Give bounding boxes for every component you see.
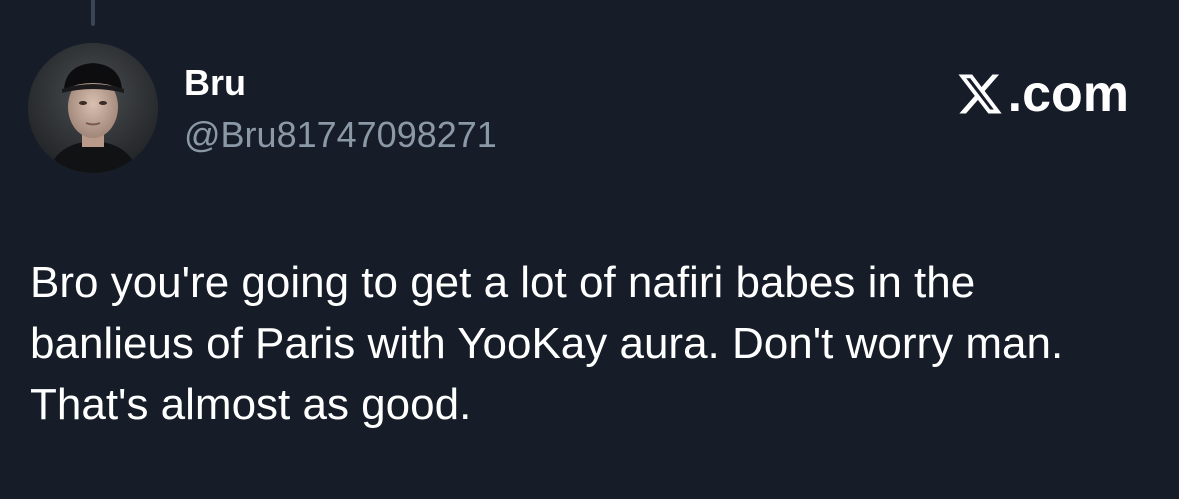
avatar[interactable]	[28, 43, 158, 173]
x-com-watermark: .com	[954, 66, 1129, 122]
author-display-name[interactable]: Bru	[184, 62, 246, 104]
tweet-text: Bro you're going to get a lot of nafiri …	[30, 258, 1064, 429]
avatar-image	[28, 43, 158, 173]
thread-connector-line	[91, 0, 95, 26]
x-logo-icon	[958, 74, 1002, 114]
brand-domain-text: .com	[1007, 65, 1129, 123]
author-handle[interactable]: @Bru81747098271	[184, 114, 497, 156]
